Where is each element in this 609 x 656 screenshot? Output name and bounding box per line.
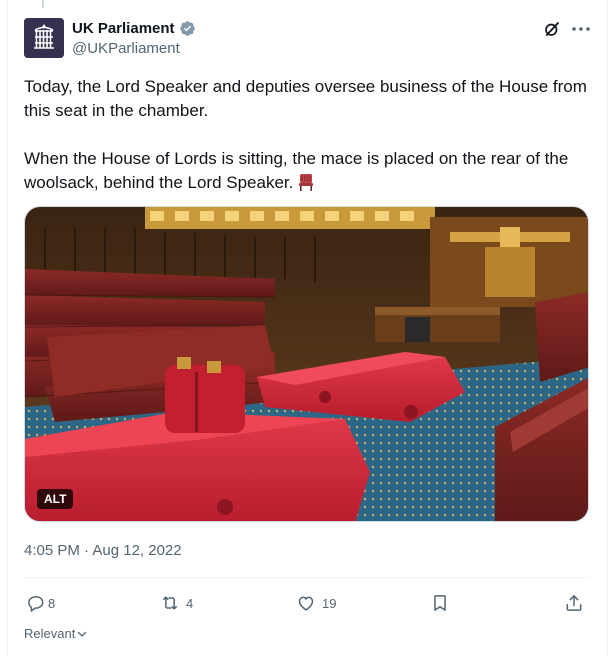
handle[interactable]: @UKParliament — [72, 40, 180, 57]
grok-icon[interactable] — [543, 20, 561, 38]
more-options-icon[interactable] — [570, 20, 592, 38]
display-name[interactable]: UK Parliament — [72, 20, 175, 37]
like-button[interactable]: 19 — [296, 590, 336, 616]
tweet-paragraph-1: Today, the Lord Speaker and deputies ove… — [24, 77, 587, 120]
sort-replies-label: Relevant — [24, 626, 76, 641]
share-button[interactable] — [564, 590, 584, 616]
house-of-lords-chamber-photo — [25, 207, 588, 521]
portcullis-logo — [24, 18, 64, 58]
repost-button[interactable]: 4 — [160, 590, 193, 616]
chevron-down-icon — [78, 631, 87, 637]
bookmark-button[interactable] — [430, 590, 450, 616]
chair-emoji-icon — [297, 173, 315, 191]
reply-icon — [28, 595, 44, 613]
thread-line — [42, 0, 44, 8]
sort-replies-dropdown[interactable]: Relevant — [24, 626, 88, 641]
reply-button[interactable]: 8 — [26, 590, 55, 616]
tweet-paragraph-2-text: When the House of Lords is sitting, the … — [24, 149, 569, 192]
author-name-row[interactable]: UK Parliament — [72, 18, 196, 38]
avatar[interactable] — [24, 18, 64, 58]
tweet-text: Today, the Lord Speaker and deputies ove… — [24, 75, 594, 195]
reply-count: 8 — [48, 595, 56, 611]
divider — [24, 577, 589, 578]
alt-text-badge[interactable]: ALT — [37, 489, 74, 509]
repost-icon — [163, 596, 177, 610]
verified-badge-icon[interactable] — [179, 20, 196, 37]
action-bar: 8 4 19 — [24, 590, 589, 616]
tweet-image[interactable]: ALT — [24, 206, 589, 522]
heart-icon — [298, 596, 314, 611]
like-count: 19 — [322, 595, 337, 611]
tweet-timestamp[interactable]: 4:05 PM · Aug 12, 2022 — [24, 541, 182, 561]
tweet-paragraph-2: When the House of Lords is sitting, the … — [24, 147, 594, 195]
repost-count: 4 — [186, 595, 194, 611]
share-icon — [566, 595, 582, 611]
bookmark-icon — [434, 595, 446, 611]
